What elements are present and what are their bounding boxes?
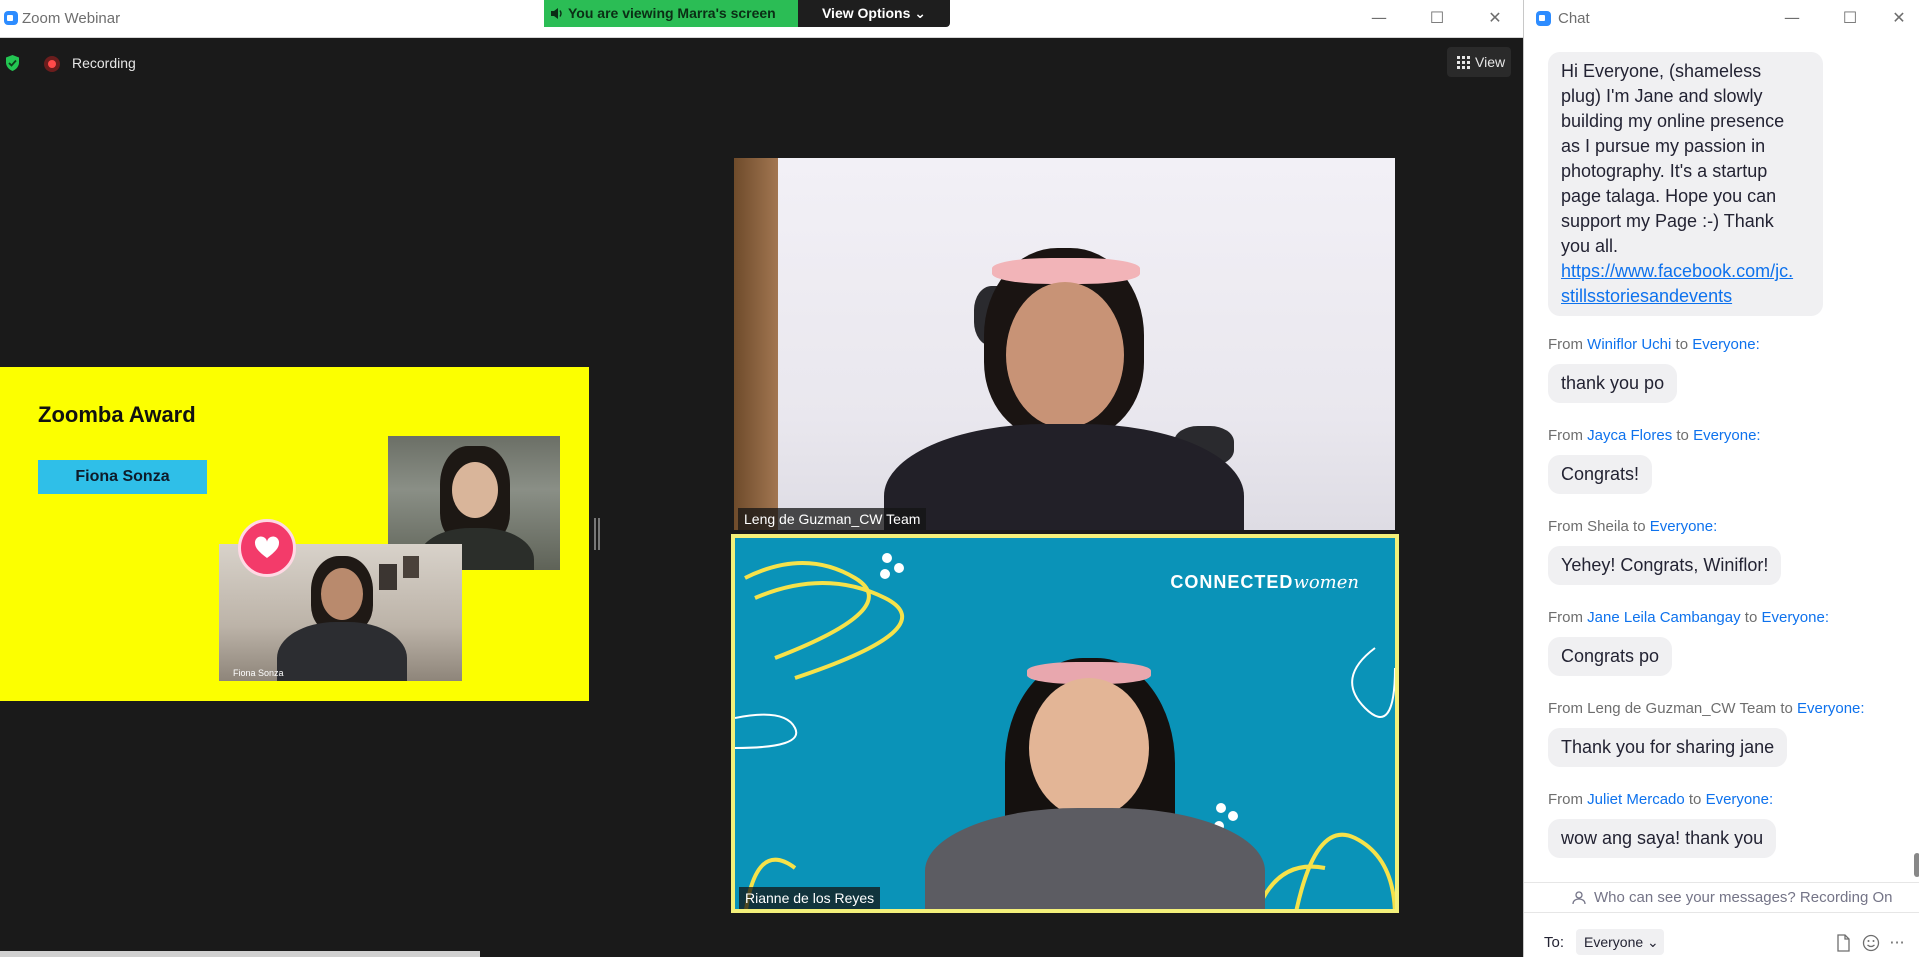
to-label: To: (1544, 934, 1565, 951)
view-label: View (1475, 54, 1506, 70)
slide-photo-label: Fiona Sonza (233, 668, 284, 678)
chat-title: Chat (1558, 10, 1590, 27)
sender-name[interactable]: Juliet Mercado (1587, 791, 1685, 808)
chat-message-bubble: thank you po (1548, 364, 1678, 403)
maximize-button[interactable]: ☐ (1422, 6, 1452, 30)
speaker-icon (551, 8, 562, 19)
heart-reaction-badge (238, 519, 296, 577)
split-view-handle[interactable] (594, 518, 600, 550)
sender-name[interactable]: Winiflor Uchi (1587, 336, 1671, 353)
slide-name-tag: Fiona Sonza (38, 460, 207, 494)
recording-label: Recording (72, 55, 136, 71)
chat-message-header: From Leng de Guzman_CW Team to Everyone: (1548, 700, 1865, 717)
zoom-logo-icon (4, 11, 18, 25)
chat-message-bubble: Congrats! (1548, 455, 1653, 494)
chat-message-header: From Jayca Flores to Everyone: (1548, 427, 1761, 444)
main-window: Zoom Webinar — ☐ ✕ You are viewing Marra… (0, 0, 1523, 957)
screen-share-banner: You are viewing Marra's screen View Opti… (544, 0, 950, 27)
recording-icon (44, 56, 60, 72)
chat-message-bubble: Congrats po (1548, 637, 1673, 676)
viewing-indicator: You are viewing Marra's screen (544, 0, 798, 27)
grid-icon (1457, 56, 1470, 69)
close-button[interactable]: ✕ (1480, 6, 1510, 30)
chat-link[interactable]: https://www.facebook.com/jc. (1561, 261, 1793, 281)
meeting-topbar: Recording View (0, 46, 1523, 80)
chat-message-bubble: Thank you for sharing jane (1548, 728, 1788, 767)
chat-message-bubble: Yehey! Congrats, Winiflor! (1548, 546, 1782, 585)
participant-name: Rianne de los Reyes (739, 887, 881, 909)
sender-name: Leng de Guzman_CW Team (1587, 700, 1777, 717)
slide-title: Zoomba Award (38, 402, 196, 427)
window-title: Zoom Webinar (22, 10, 121, 27)
shared-screen-slide: Zoomba Award Fiona Sonza Fiona Sonza (0, 367, 589, 701)
emoji-icon[interactable] (1862, 934, 1880, 952)
video-tile[interactable]: Leng de Guzman_CW Team (734, 158, 1395, 530)
security-shield-icon[interactable] (4, 54, 21, 72)
more-options-icon[interactable]: ··· (1888, 934, 1906, 952)
zoom-logo-icon (1536, 11, 1551, 26)
view-options-button[interactable]: View Options ⌄ (798, 0, 950, 27)
sender-name[interactable]: Jane Leila Cambangay (1587, 609, 1740, 626)
chat-maximize-button[interactable]: ☐ (1835, 6, 1865, 30)
viewing-text: You are viewing Marra's screen (568, 5, 776, 21)
chat-message-list[interactable]: Hi Everyone, (shameless plug) I'm Jane a… (1524, 38, 1919, 878)
recipient-select[interactable]: Everyone ⌄ (1576, 929, 1664, 955)
chat-message-header: From Jane Leila Cambangay to Everyone: (1548, 609, 1830, 626)
person-icon (1572, 891, 1586, 905)
chat-message-header: From Sheila to Everyone: (1548, 518, 1718, 535)
participant-name: Leng de Guzman_CW Team (738, 508, 927, 530)
chat-message-bubble: wow ang saya! thank you (1548, 819, 1777, 858)
chat-titlebar: Chat — ☐ ✕ (1524, 0, 1919, 38)
sender-name[interactable]: Jayca Flores (1587, 427, 1672, 444)
heart-icon (254, 536, 280, 558)
chat-message-bubble: Hi Everyone, (shameless plug) I'm Jane a… (1548, 52, 1823, 316)
file-icon[interactable] (1834, 934, 1852, 952)
chat-minimize-button[interactable]: — (1777, 6, 1807, 30)
sender-name: Sheila (1587, 518, 1629, 535)
minimize-button[interactable]: — (1364, 6, 1394, 30)
horizontal-scrollbar[interactable] (0, 951, 480, 957)
chat-compose-area: To: Everyone ⌄ ··· (1524, 912, 1919, 957)
view-layout-button[interactable]: View (1447, 47, 1511, 77)
chat-scrollbar[interactable] (1914, 853, 1919, 877)
chat-close-button[interactable]: ✕ (1884, 6, 1914, 30)
chat-message-header: From Winiflor Uchi to Everyone: (1548, 336, 1760, 353)
video-tile-active-speaker[interactable]: CONNECTEDwomen Rianne de los Reyes (731, 534, 1399, 913)
chat-panel: Chat — ☐ ✕ Hi Everyone, (shameless plug)… (1523, 0, 1919, 957)
message-visibility-notice[interactable]: Who can see your messages? Recording On (1524, 882, 1919, 912)
connected-women-logo: CONNECTEDwomen (1170, 572, 1359, 593)
chat-link[interactable]: stillsstoriesandevents (1561, 286, 1732, 306)
chat-message-header: From Juliet Mercado to Everyone: (1548, 791, 1774, 808)
